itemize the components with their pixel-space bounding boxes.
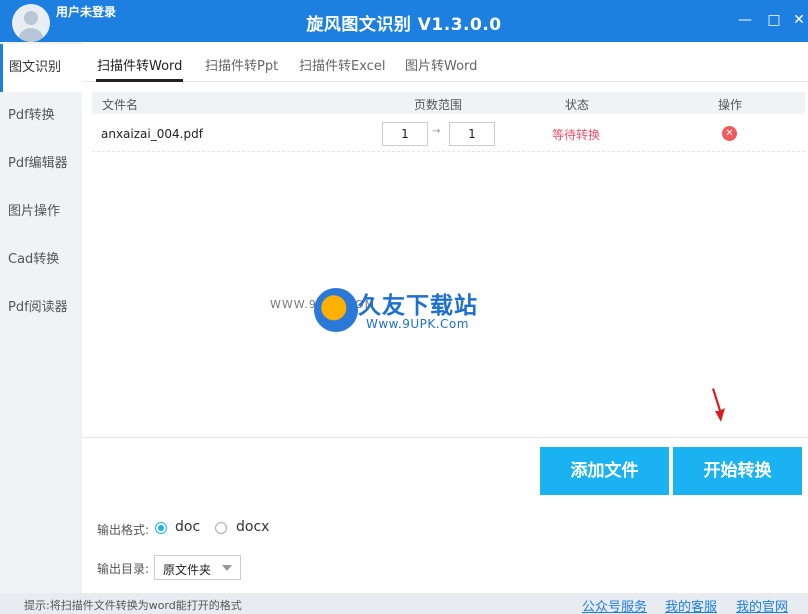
output-dir-select[interactable]: 原文件夹	[154, 555, 241, 580]
link-official-site[interactable]: 我的官网	[736, 596, 788, 614]
watermark-logo-icon	[314, 288, 358, 332]
watermark-title: 久友下载站	[358, 293, 478, 319]
sidebar-item-image-ops[interactable]: 图片操作	[0, 188, 82, 236]
delete-icon[interactable]: ✕	[722, 126, 737, 141]
output-format-label: 输出格式:	[97, 523, 150, 537]
link-public-account[interactable]: 公众号服务	[582, 596, 647, 614]
status-bar: 提示:将扫描件文件转换为word能打开的格式 公众号服务 我的客服 我的官网	[0, 593, 808, 614]
divider	[82, 437, 808, 438]
add-file-button[interactable]: 添加文件	[540, 447, 669, 495]
status-badge: 等待转换	[552, 128, 601, 142]
page-from-input[interactable]: 1	[382, 122, 428, 146]
sidebar-item-pdf-reader[interactable]: Pdf阅读器	[0, 284, 82, 332]
chevron-down-icon	[222, 565, 232, 571]
table-header: 文件名 页数范围 状态 操作	[92, 92, 805, 114]
format-doc-label[interactable]: doc	[175, 519, 200, 535]
format-docx-label[interactable]: docx	[236, 519, 269, 535]
output-dir-label: 输出目录:	[97, 562, 150, 576]
link-customer-service[interactable]: 我的客服	[665, 596, 717, 614]
sidebar-item-image-text-ocr[interactable]: 图文识别	[0, 44, 82, 92]
column-filename: 文件名	[102, 98, 139, 112]
hint-text: 提示:将扫描件文件转换为word能打开的格式	[24, 599, 242, 612]
format-docx-radio[interactable]	[215, 522, 227, 534]
file-name: anxaizai_004.pdf	[101, 127, 203, 141]
red-arrow-pointer-icon	[712, 388, 725, 422]
tab-scan-to-word[interactable]: 扫描件转Word	[97, 55, 182, 74]
page-to-input[interactable]: 1	[449, 122, 495, 146]
active-tab-indicator	[96, 79, 183, 82]
tab-image-to-word[interactable]: 图片转Word	[405, 55, 477, 74]
start-convert-button[interactable]: 开始转换	[673, 447, 802, 495]
column-status: 状态	[565, 98, 590, 112]
sidebar: 图文识别 Pdf转换 Pdf编辑器 图片操作 Cad转换 Pdf阅读器	[0, 42, 82, 593]
sidebar-item-pdf-convert[interactable]: Pdf转换	[0, 92, 82, 140]
maximize-icon[interactable]: □	[766, 12, 782, 28]
column-action: 操作	[718, 98, 743, 112]
column-page-range: 页数范围	[414, 98, 463, 112]
tab-bar: 扫描件转Word 扫描件转Ppt 扫描件转Excel 图片转Word	[82, 42, 808, 82]
minimize-icon[interactable]: —	[737, 12, 753, 28]
sidebar-item-pdf-editor[interactable]: Pdf编辑器	[0, 140, 82, 188]
tab-scan-to-excel[interactable]: 扫描件转Excel	[299, 55, 385, 74]
sidebar-item-cad-convert[interactable]: Cad转换	[0, 236, 82, 284]
output-dir-value: 原文件夹	[163, 563, 212, 577]
format-doc-radio[interactable]	[155, 522, 167, 534]
title-bar: 用户未登录 旋风图文识别 V1.3.0.0 — □ ✕	[0, 0, 808, 42]
table-row: anxaizai_004.pdf 1 → 1 等待转换 ✕	[92, 116, 805, 152]
watermark-url: Www.9UPK.Com	[366, 317, 469, 331]
close-icon[interactable]: ✕	[791, 12, 807, 28]
app-title: 旋风图文识别 V1.3.0.0	[306, 15, 502, 35]
range-arrow-icon: →	[432, 126, 441, 137]
tab-scan-to-ppt[interactable]: 扫描件转Ppt	[205, 55, 278, 74]
